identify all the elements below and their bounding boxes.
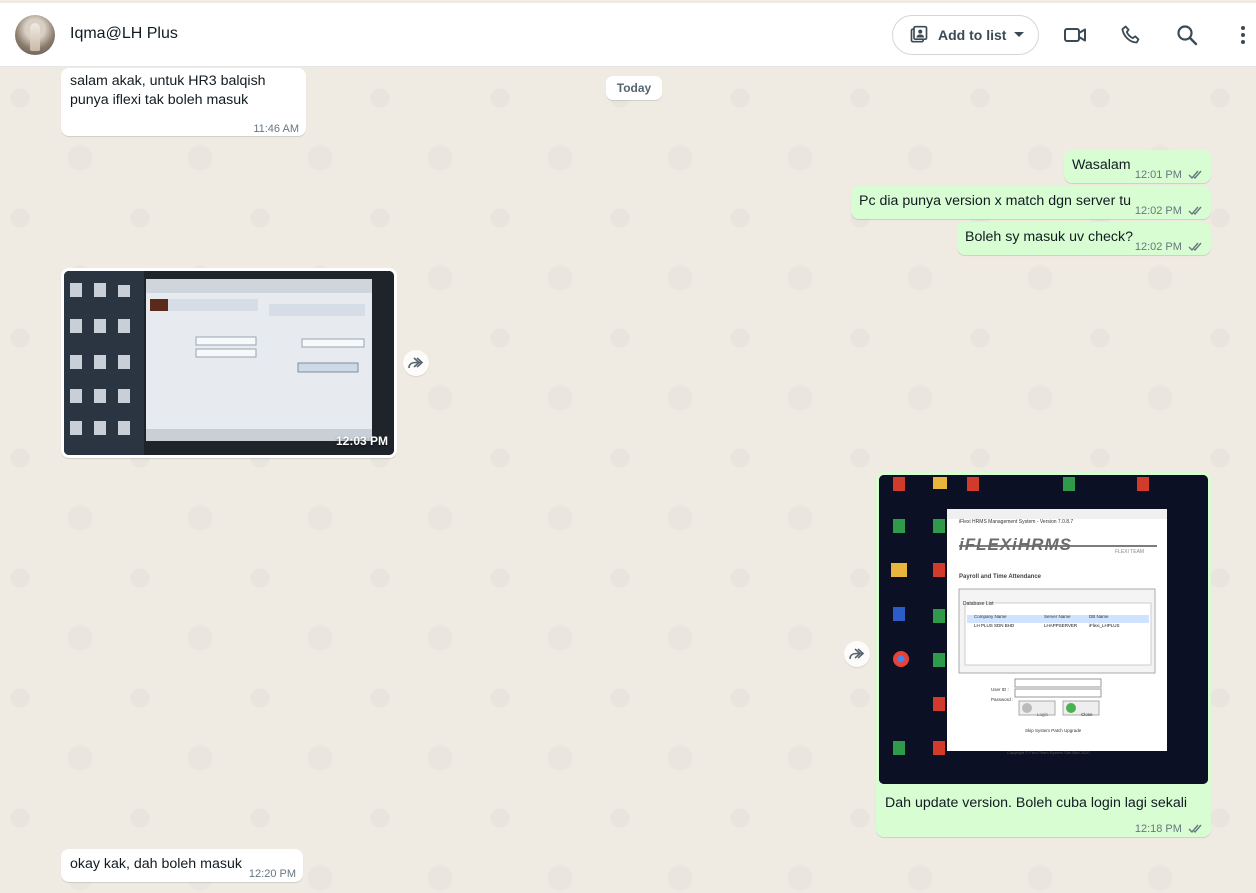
contact-avatar[interactable] [15,15,55,55]
message-text: punya iflexi tak boleh masuk [70,92,249,108]
chat-area[interactable]: salam akak, untuk HR3 balqish punya ifle… [0,68,1256,893]
add-to-list-button[interactable]: Add to list [892,15,1039,55]
password-label: Password : [991,697,1014,702]
search-icon[interactable] [1175,23,1199,47]
message-incoming[interactable]: okay kak, dah boleh masuk 12:20 PM [61,849,303,882]
message-time: 12:02 PM [1134,241,1182,253]
hrms-window-title: iFlexi HRMS Management System - Version … [959,519,1074,525]
video-call-icon[interactable] [1063,23,1087,47]
iflexi-logo: iFLEXiHRMS [959,535,1072,554]
message-outgoing[interactable]: Pc dia punya version x match dgn server … [851,186,1211,219]
double-check-icon [1188,206,1202,216]
message-meta: 12:18 PM [1135,820,1204,839]
message-outgoing-image[interactable]: iFlexi HRMS Management System - Version … [876,472,1211,837]
row-db: iFlexi_LHPLUS [1089,623,1120,628]
message-time: 12:01 PM [1134,169,1182,181]
double-check-icon [1188,242,1202,252]
message-text: okay kak, dah boleh masuk [70,856,242,872]
flexi-team-logo: FLEXI TEAM [1115,549,1145,555]
close-button-label: Close [1081,712,1093,717]
skip-upgrade-label: Skip System Patch Upgrade [1025,728,1082,733]
message-time: 12:18 PM [1134,823,1182,835]
hrms-subtitle: Payroll and Time Attendance [959,574,1042,580]
desktop-photo-graphic [64,271,394,455]
message-incoming-image[interactable]: 12:03 PM [61,268,397,458]
double-check-icon [1188,824,1202,834]
chevron-down-icon [1014,32,1024,37]
chat-title[interactable]: Iqma@LH Plus [70,25,178,43]
message-outgoing[interactable]: Wasalam 12:01 PM [1064,150,1211,183]
menu-icon[interactable] [1231,23,1255,47]
message-meta: 12:02 PM [1135,202,1204,221]
iflex-hrms-login-screenshot[interactable]: iFlexi HRMS Management System - Version … [879,475,1208,784]
double-check-icon [1188,170,1202,180]
contact-list-icon [910,25,928,43]
message-incoming[interactable]: salam akak, untuk HR3 balqish punya ifle… [61,68,306,136]
message-text: salam akak, untuk HR3 balqish [70,73,266,89]
add-to-list-label: Add to list [938,27,1007,43]
date-divider: Today [606,76,662,100]
forward-icon [408,357,424,369]
voice-call-icon[interactable] [1119,23,1143,47]
copyright-text: Copyright © Flexi Team System Sdn Bhd 20… [1007,750,1090,755]
message-outgoing[interactable]: Boleh sy masuk uv check? 12:02 PM [957,222,1211,255]
message-meta: 12:01 PM [1135,166,1204,185]
chat-header: Iqma@LH Plus Add to list [0,3,1256,67]
teamviewer-remote-control-photo[interactable]: 12:03 PM [64,271,394,455]
forward-button[interactable] [844,641,870,667]
message-text: Pc dia punya version x match dgn server … [859,193,1132,209]
message-time: 11:46 AM [253,123,299,135]
row-server: LHAPPSERVER [1044,623,1078,628]
row-company: LH PLUS SDN BHD [974,623,1015,628]
forward-icon [849,648,865,660]
message-time: 12:03 PM [335,434,388,448]
message-text: Wasalam [1072,157,1131,173]
image-caption: Dah update version. Boleh cuba login lag… [885,795,1188,811]
message-text: Boleh sy masuk uv check? [965,229,1133,245]
message-meta: 12:02 PM [1135,238,1204,257]
message-time: 12:02 PM [1134,205,1182,217]
message-time: 12:20 PM [248,868,296,880]
forward-button[interactable] [403,350,429,376]
